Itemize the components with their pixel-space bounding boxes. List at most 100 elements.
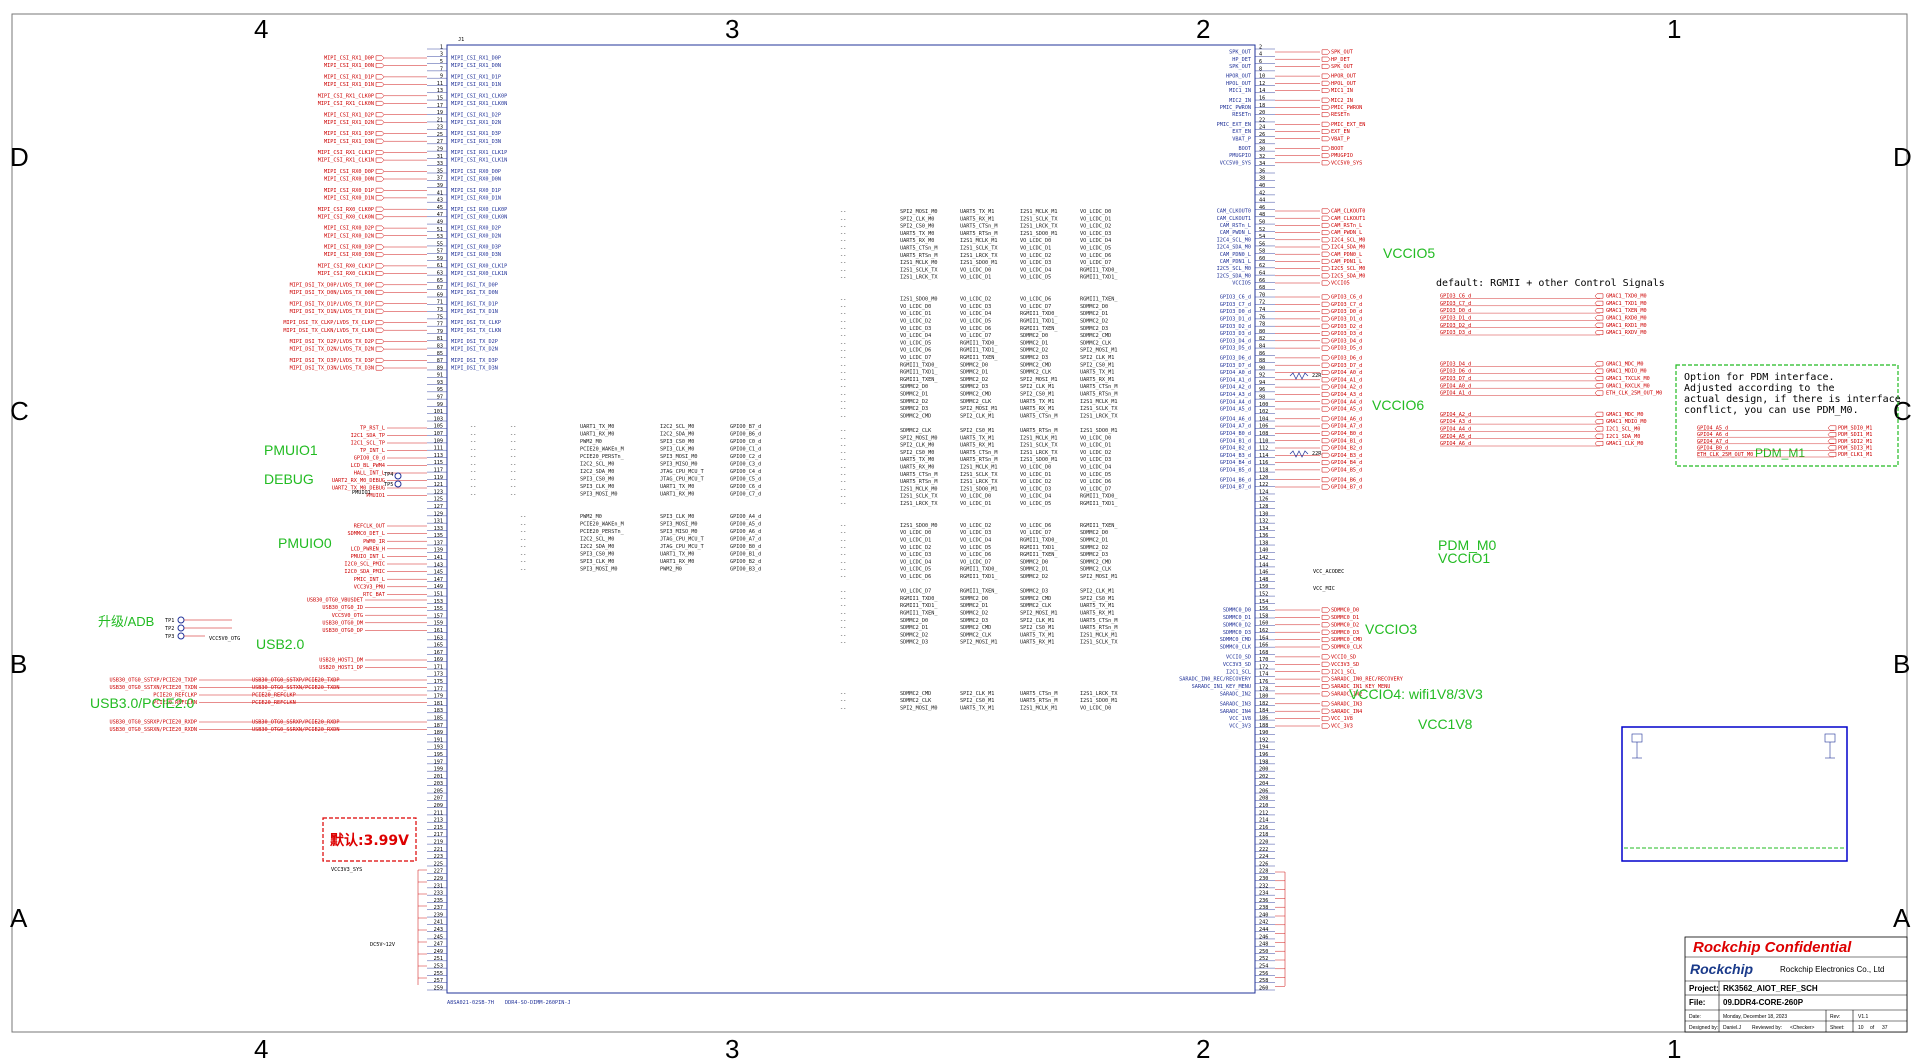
net-flag bbox=[375, 289, 385, 295]
mux-cell: I2S1_LRCK_TX bbox=[900, 275, 938, 281]
pin-number: 88 bbox=[1259, 358, 1265, 364]
net-flag bbox=[1321, 629, 1331, 635]
pin-number: 133 bbox=[434, 526, 443, 532]
pin-number: 104 bbox=[1259, 416, 1268, 422]
pin-function: GPIO4_A4_d bbox=[1220, 399, 1251, 405]
net-flag bbox=[1321, 370, 1331, 375]
mux-cell: -- bbox=[520, 559, 526, 565]
mux-cell: GPIO0_C3_d bbox=[730, 462, 761, 468]
zone-top-1: 1 bbox=[1667, 14, 1681, 44]
net-label: MIPI_CSI_RX1_D1N bbox=[324, 82, 374, 88]
pin-number: 125 bbox=[434, 497, 443, 503]
net-flag bbox=[1594, 383, 1604, 389]
pin-number: 252 bbox=[1259, 956, 1268, 962]
mux-cell: VO_LCDC_D0 bbox=[900, 304, 931, 310]
net-label: HPOL_OUT bbox=[1331, 81, 1356, 87]
net-flag bbox=[1321, 49, 1331, 55]
pin-number: 210 bbox=[1259, 803, 1268, 809]
pin-number: 212 bbox=[1259, 810, 1268, 816]
mux-cell: VO_LCDC_D5 bbox=[960, 319, 991, 325]
mux-cell: GPIO0_C5_d bbox=[730, 477, 761, 483]
mux-cell: -- bbox=[840, 640, 846, 646]
net-flag bbox=[375, 301, 385, 307]
pin-number: 124 bbox=[1259, 489, 1268, 495]
net-label: USB30_OTG0_VBUSDET bbox=[307, 598, 363, 604]
mux-cell: UART5_RTSn_M bbox=[1020, 428, 1057, 434]
pin-number: 56 bbox=[1259, 241, 1265, 247]
mux-cell: SDMMC2_D1 bbox=[900, 392, 928, 398]
mux-cell: VO_LCDC_D6 bbox=[1020, 523, 1051, 529]
mux-cell: SDMMC2_D1 bbox=[900, 625, 928, 631]
pin-number: 114 bbox=[1259, 453, 1268, 459]
mux-cell: SDMMC2_D2 bbox=[1020, 574, 1048, 580]
mux-cell: UART1_TX_M0 bbox=[580, 424, 614, 430]
pin-function: MIPI_CSI_RX0_CLK1P bbox=[451, 264, 507, 270]
pin-function: VCC_1V8 bbox=[1229, 716, 1251, 722]
pin-function: SPK_OUT bbox=[1229, 50, 1251, 56]
pin-number: 220 bbox=[1259, 840, 1268, 846]
mux-cell: SDMMC2_D2 bbox=[1080, 319, 1108, 325]
mux-cell: I2S1_SCLK_TX bbox=[900, 494, 938, 500]
gmac-source-label: GPIO4_A4_d bbox=[1440, 427, 1471, 433]
mux-cell: -- bbox=[470, 477, 476, 483]
net-label: CAM_PWDN_L bbox=[1331, 230, 1362, 236]
net-flag bbox=[1321, 244, 1331, 250]
net-flag bbox=[1594, 433, 1604, 439]
net-label: MIPI_DSI_TX_CLKP/LVDS_TX_CLKP bbox=[283, 320, 374, 326]
pin-number: 227 bbox=[434, 869, 443, 875]
pin-number: 214 bbox=[1259, 818, 1268, 824]
pin-number: 229 bbox=[434, 876, 443, 882]
pin-number: 236 bbox=[1259, 898, 1268, 904]
pin-number: 92 bbox=[1259, 373, 1265, 379]
mux-cell: SPI2_MOSI_M1 bbox=[1020, 611, 1057, 617]
title-designed-label: Designed by: bbox=[1689, 1025, 1718, 1031]
net-flag bbox=[1594, 300, 1604, 306]
pin-number: 78 bbox=[1259, 322, 1265, 328]
pin-function: SDMMC0_D2 bbox=[1223, 622, 1251, 628]
mux-cell: -- bbox=[840, 596, 846, 602]
mux-cell: VO_LCDC_D3 bbox=[960, 530, 991, 536]
net-label: HALL_INT_L bbox=[354, 471, 385, 477]
pin-number: 8 bbox=[1259, 66, 1262, 72]
net-flag bbox=[375, 357, 385, 363]
net-label: MIPI_CSI_RX0_D2N bbox=[324, 233, 374, 239]
pin-number: 184 bbox=[1259, 708, 1268, 714]
mux-cell: SDMMC2_D0 bbox=[960, 362, 988, 368]
pin-number: 255 bbox=[434, 971, 443, 977]
mux-cell: UART5_CTSn_M bbox=[900, 472, 937, 478]
mux-cell: UART5_TX_M1 bbox=[1080, 603, 1114, 609]
mux-cell: -- bbox=[840, 457, 846, 463]
mux-cell: -- bbox=[470, 484, 476, 490]
net-flag bbox=[1321, 622, 1331, 628]
net-flag bbox=[1321, 654, 1331, 660]
net-label: HP_DET bbox=[1331, 57, 1350, 63]
mux-cell: VO_LCDC_D7 bbox=[1080, 486, 1111, 492]
mux-cell: I2S1_SCLK_TX bbox=[1080, 406, 1118, 412]
net-flag bbox=[1321, 331, 1331, 336]
net-label: VCCIO5 bbox=[1331, 281, 1350, 287]
mux-cell: JTAG_CPU_MCU_T bbox=[660, 537, 704, 543]
mux-cell: JTAG_CPU_MCU_T bbox=[660, 544, 704, 550]
mux-cell: -- bbox=[840, 209, 846, 215]
pin-function: HPOL_OUT bbox=[1226, 81, 1251, 87]
net-flag bbox=[1594, 419, 1604, 425]
mux-cell: -- bbox=[840, 326, 846, 332]
mux-cell: RGMII1_TXD0_ bbox=[1080, 494, 1118, 500]
mux-cell: -- bbox=[470, 492, 476, 498]
annotation-upgrade: 升级/ADB bbox=[98, 614, 154, 629]
net-flag bbox=[375, 252, 385, 258]
net-flag bbox=[375, 93, 385, 99]
pin-number: 143 bbox=[434, 562, 443, 568]
mux-cell: RGMII1_TXD1_ bbox=[900, 603, 938, 609]
net-label: RESETn bbox=[1331, 112, 1350, 118]
mux-cell: -- bbox=[840, 311, 846, 317]
net-flag bbox=[1321, 301, 1331, 307]
mux-cell: VO_LCDC_D4 bbox=[900, 559, 931, 565]
pin-number: 199 bbox=[434, 767, 443, 773]
net-label-secondary: PCIE20_REFCLKP bbox=[252, 693, 296, 699]
pin-number: 74 bbox=[1259, 307, 1265, 313]
mux-cell: GPIO0_C1_d bbox=[730, 447, 761, 453]
pin-function: SDMMC0_D3 bbox=[1223, 630, 1251, 636]
pin-number: 113 bbox=[434, 453, 443, 459]
mux-cell: -- bbox=[840, 632, 846, 638]
